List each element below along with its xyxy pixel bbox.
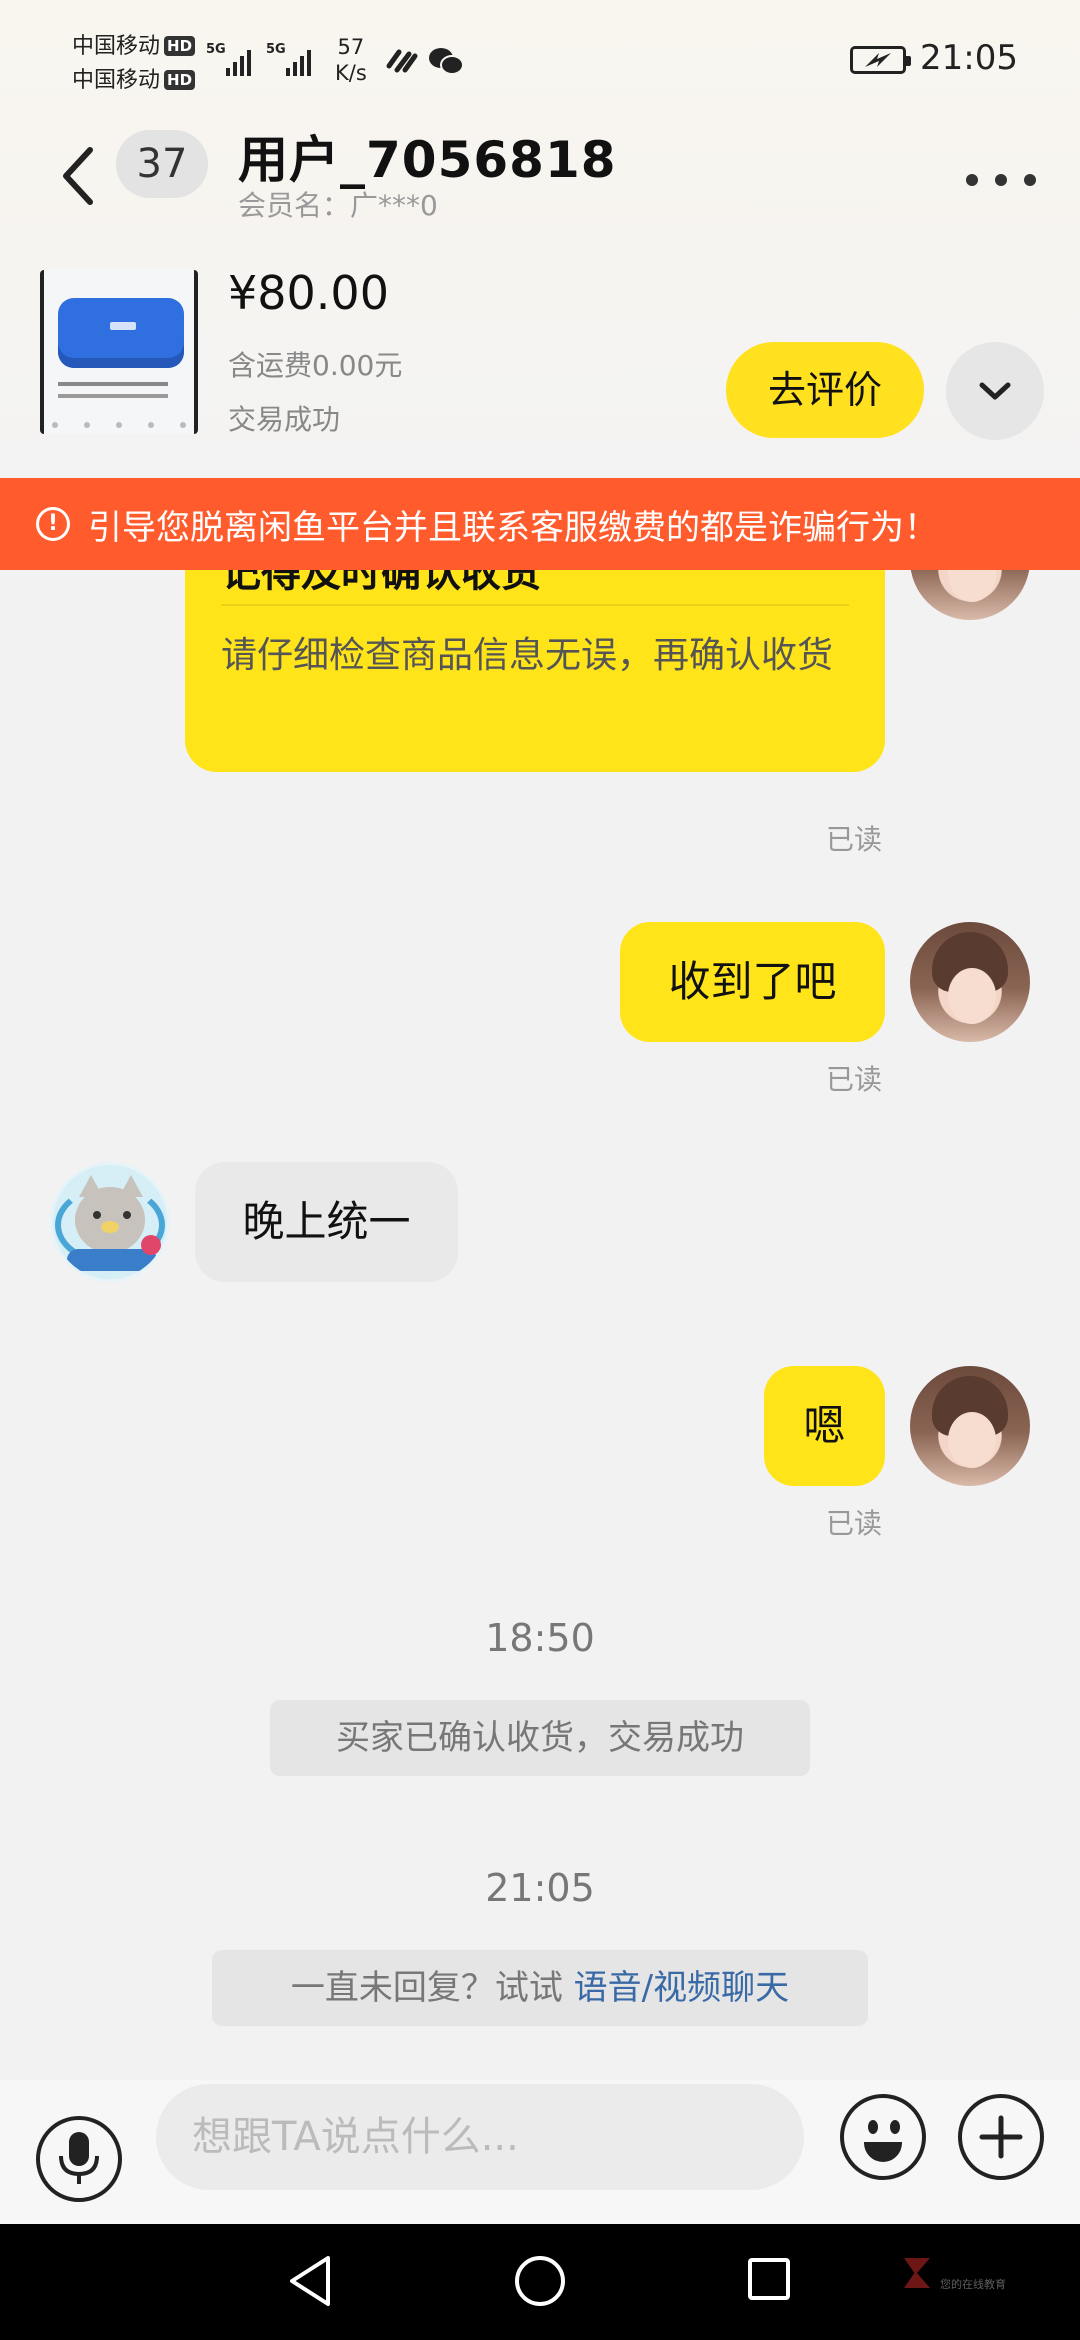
read-status: 已读 <box>826 1507 883 1540</box>
card-divider <box>221 604 849 606</box>
hd-badge: HD <box>164 70 196 90</box>
dot-icon <box>995 174 1007 186</box>
wechat-icon <box>428 46 464 80</box>
watermark-mark-icon <box>904 2258 930 2288</box>
plus-icon <box>979 2115 1023 2159</box>
time-separator: 18:50 <box>485 1616 595 1660</box>
my-avatar[interactable] <box>910 1366 1030 1486</box>
chat-area[interactable]: 记得及时确认收货 请仔细检查商品信息无误，再确认收货 已读 收到了吧 已读 晚上… <box>0 570 1080 2080</box>
fraud-warning-banner: ! 引导您脱离闲鱼平台并且联系客服缴费的都是诈骗行为！ <box>0 478 1080 570</box>
chat-header: 37 用户_7056818 会员名：广***0 <box>0 120 1080 260</box>
card-description: 请仔细检查商品信息无误，再确认收货 <box>221 635 834 676</box>
expand-button[interactable] <box>946 342 1044 440</box>
system-navigation-bar: 您的在线教育 <box>0 2224 1080 2340</box>
warning-text: 引导您脱离闲鱼平台并且联系客服缴费的都是诈骗行为！ <box>88 507 938 548</box>
read-status: 已读 <box>826 823 883 856</box>
member-name: 会员名：广***0 <box>238 189 438 222</box>
triangle-back-icon <box>290 2256 330 2306</box>
chevron-left-icon <box>63 147 93 205</box>
more-actions-button[interactable] <box>958 2094 1044 2180</box>
product-thumbnail[interactable] <box>40 270 198 434</box>
read-status: 已读 <box>826 1063 883 1096</box>
microphone-icon <box>59 2132 99 2184</box>
back-button[interactable] <box>48 136 108 216</box>
hd-badge: HD <box>164 36 196 56</box>
other-user-avatar[interactable] <box>50 1162 170 1282</box>
product-price: ¥80.00 <box>228 266 389 320</box>
review-button[interactable]: 去评价 <box>726 342 924 438</box>
alert-icon: ! <box>36 507 70 541</box>
nav-back-button[interactable] <box>286 2254 334 2312</box>
status-time: 21:05 <box>920 38 1018 78</box>
trade-status: 交易成功 <box>228 403 341 436</box>
carrier-1: 中国移动 <box>72 34 161 59</box>
message-input[interactable] <box>156 2084 804 2190</box>
message-bubble[interactable]: 嗯 <box>764 1366 885 1486</box>
watermark-logo: 您的在线教育 <box>904 2258 1024 2308</box>
voice-input-button[interactable] <box>36 2116 122 2202</box>
unread-count-badge[interactable]: 37 <box>116 130 208 198</box>
product-card[interactable]: ¥80.00 含运费0.00元 交易成功 去评价 <box>0 260 1080 478</box>
my-avatar[interactable] <box>910 570 1030 620</box>
watermark-text: 您的在线教育 <box>940 2278 1006 2291</box>
dot-icon <box>1024 174 1036 186</box>
carrier-2: 中国移动 <box>72 68 161 93</box>
input-bar <box>0 2080 1080 2224</box>
battery-icon <box>850 46 911 74</box>
status-bar: 中国移动 HD 中国移动 HD 5G 5G 57 K/s 21:05 <box>0 0 1080 120</box>
chat-title: 用户_7056818 <box>238 131 617 189</box>
time-separator: 21:05 <box>485 1866 595 1910</box>
dot-icon <box>966 174 978 186</box>
system-message: 买家已确认收货，交易成功 <box>270 1700 810 1776</box>
message-bubble[interactable]: 收到了吧 <box>620 922 885 1042</box>
top-area: 中国移动 HD 中国移动 HD 5G 5G 57 K/s 21:05 37 用户… <box>0 0 1080 478</box>
signal-2-icon: 5G <box>266 42 336 76</box>
nav-home-button[interactable] <box>515 2256 565 2306</box>
chevron-down-icon <box>979 382 1011 400</box>
nav-recent-apps-button[interactable] <box>748 2258 790 2300</box>
call-suggestion-text: 一直未回复？试试 <box>290 1968 574 2008</box>
call-suggestion: 一直未回复？试试 语音/视频聊天 <box>212 1950 868 2026</box>
my-avatar[interactable] <box>910 922 1030 1042</box>
voice-video-call-link[interactable]: 语音/视频聊天 <box>574 1968 789 2008</box>
carrier-info: 中国移动 HD 中国移动 HD <box>72 30 196 98</box>
shipping-fee: 含运费0.00元 <box>228 349 403 382</box>
message-bubble[interactable]: 晚上统一 <box>195 1162 458 1282</box>
network-speed: 57 K/s <box>335 35 367 85</box>
link-icon <box>385 44 419 78</box>
receipt-reminder-card[interactable]: 记得及时确认收货 请仔细检查商品信息无误，再确认收货 <box>185 570 885 772</box>
emoji-button[interactable] <box>840 2094 926 2180</box>
card-title: 记得及时确认收货 <box>221 570 541 596</box>
more-options-button[interactable] <box>966 160 1036 200</box>
